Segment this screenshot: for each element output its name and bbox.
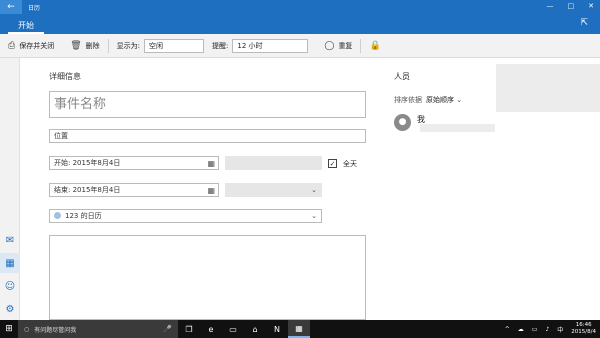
calendar-select-value: 123 的日历 [65, 212, 102, 220]
delete-button[interactable]: 🗑 删除 [62, 34, 107, 58]
search-placeholder: 有问题尽管问我 [34, 326, 77, 334]
all-day-label: 全天 [343, 160, 357, 168]
repeat-label: 重复 [338, 41, 353, 50]
start-windows-icon[interactable]: ⊞ [0, 320, 18, 338]
show-as-label: 显示为: [116, 41, 140, 50]
save-close-label: 保存并关闭 [19, 41, 55, 50]
people-heading: 人员 [394, 72, 410, 81]
clock-time: 16:46 [575, 322, 592, 328]
event-notes-textarea[interactable] [49, 235, 366, 320]
details-heading: 详细信息 [49, 72, 81, 81]
avatar: ● [394, 114, 411, 131]
save-close-button[interactable]: ⎙ 保存并关闭 [0, 34, 62, 58]
calendar-icon[interactable]: ▦ [0, 253, 20, 273]
microphone-icon[interactable]: 🎤 [163, 325, 172, 333]
repeat-button[interactable]: ◯ 重复 [316, 34, 360, 58]
store-icon[interactable]: ⌂ [244, 320, 266, 338]
clock[interactable]: 16:46 2015/8/4 [571, 322, 596, 336]
close-button[interactable]: ✕ [588, 2, 594, 10]
event-name-input[interactable]: 事件名称 [49, 91, 366, 118]
edge-browser-icon[interactable]: e [200, 320, 222, 338]
attendee-email-redacted [420, 124, 495, 132]
window-controls: — □ ✕ [547, 2, 595, 10]
end-date-value: 2015年8月4日 [72, 186, 121, 194]
volume-icon[interactable]: ♪ [545, 326, 549, 333]
task-view-icon[interactable]: ❐ [178, 320, 200, 338]
mail-icon[interactable]: ✉ [0, 230, 20, 250]
popout-icon[interactable]: ⇱ [580, 18, 588, 28]
back-button[interactable]: ← [0, 0, 22, 14]
search-people-redacted [496, 64, 600, 112]
settings-gear-icon[interactable]: ⚙ [0, 299, 20, 319]
back-arrow-icon: ← [7, 2, 15, 12]
all-day-checkbox[interactable]: ✓ [328, 159, 337, 168]
clock-date: 2015/8/4 [571, 329, 596, 335]
chevron-down-icon: ⌄ [311, 186, 317, 194]
ribbon-header: 开始 ⇱ [0, 14, 600, 34]
start-date-field[interactable]: 开始: 2015年8月4日 ▦ [49, 156, 219, 170]
show-as-select[interactable]: 空闲 [144, 38, 204, 53]
reminder-select[interactable]: 12 小时 [232, 38, 309, 53]
start-time-select [225, 156, 322, 170]
network-icon[interactable]: ▭ [532, 326, 538, 333]
calendar-app-icon[interactable]: ▦ [288, 320, 310, 338]
end-time-select: ⌄ [225, 183, 322, 197]
calendar-color-dot [54, 212, 61, 219]
calendar-picker-icon[interactable]: ▦ [207, 158, 215, 170]
ime-indicator[interactable]: 中 [557, 325, 563, 334]
save-icon: ⎙ [8, 40, 16, 51]
system-tray: ^ ☁ ▭ ♪ 中 16:46 2015/8/4 [505, 320, 596, 338]
feedback-smiley-icon[interactable]: ☺ [0, 276, 20, 296]
left-nav-rail: ✉ ▦ ☺ ⚙ [0, 58, 20, 320]
sort-label: 排序依据 [394, 96, 422, 104]
end-date-field[interactable]: 结束: 2015年8月4日 ▦ [49, 183, 219, 197]
onedrive-icon[interactable]: ☁ [518, 326, 524, 333]
toolbar-divider [107, 38, 109, 53]
cortana-icon: ○ [24, 325, 30, 333]
calendar-select[interactable]: 123 的日历 ⌄ [49, 209, 322, 223]
minimize-button[interactable]: — [547, 2, 554, 10]
location-input[interactable]: 位置 [49, 129, 366, 143]
start-label: 开始: [54, 159, 71, 167]
lock-icon: 🔒 [369, 40, 381, 51]
sort-row[interactable]: 排序依据 原始顺序 ⌄ [394, 95, 462, 105]
start-date-value: 2015年8月4日 [72, 159, 121, 167]
chevron-down-icon: ⌄ [311, 212, 317, 220]
title-bar: ← 日历 — □ ✕ [0, 0, 600, 14]
maximize-button[interactable]: □ [568, 2, 575, 10]
private-button[interactable]: 🔒 [361, 34, 388, 58]
tab-home[interactable]: 开始 [8, 17, 44, 34]
event-editor: 详细信息 事件名称 位置 开始: 2015年8月4日 ▦ ✓ 全天 结束: 20… [20, 58, 600, 320]
command-toolbar: ⎙ 保存并关闭 🗑 删除 显示为: 空闲 提醒: 12 小时 ◯ 重复 🔒 [0, 34, 600, 58]
cortana-search-box[interactable]: ○ 有问题尽管问我 🎤 [18, 320, 178, 338]
repeat-icon: ◯ [324, 40, 335, 51]
calendar-picker-icon[interactable]: ▦ [207, 185, 215, 197]
sort-value: 原始顺序 [426, 96, 454, 104]
trash-icon: 🗑 [70, 40, 82, 51]
taskbar: ⊞ ○ 有问题尽管问我 🎤 ❐ e ▭ ⌂ N ▦ ^ ☁ ▭ ♪ 中 16:4… [0, 320, 600, 338]
app-title: 日历 [28, 4, 41, 12]
end-label: 结束: [54, 186, 71, 194]
reminder-label: 提醒: [212, 41, 229, 50]
file-explorer-icon[interactable]: ▭ [222, 320, 244, 338]
chevron-down-icon: ⌄ [454, 96, 463, 104]
show-hidden-icons-icon[interactable]: ^ [505, 326, 510, 333]
delete-label: 删除 [85, 41, 100, 50]
onenote-icon[interactable]: N [266, 320, 288, 338]
